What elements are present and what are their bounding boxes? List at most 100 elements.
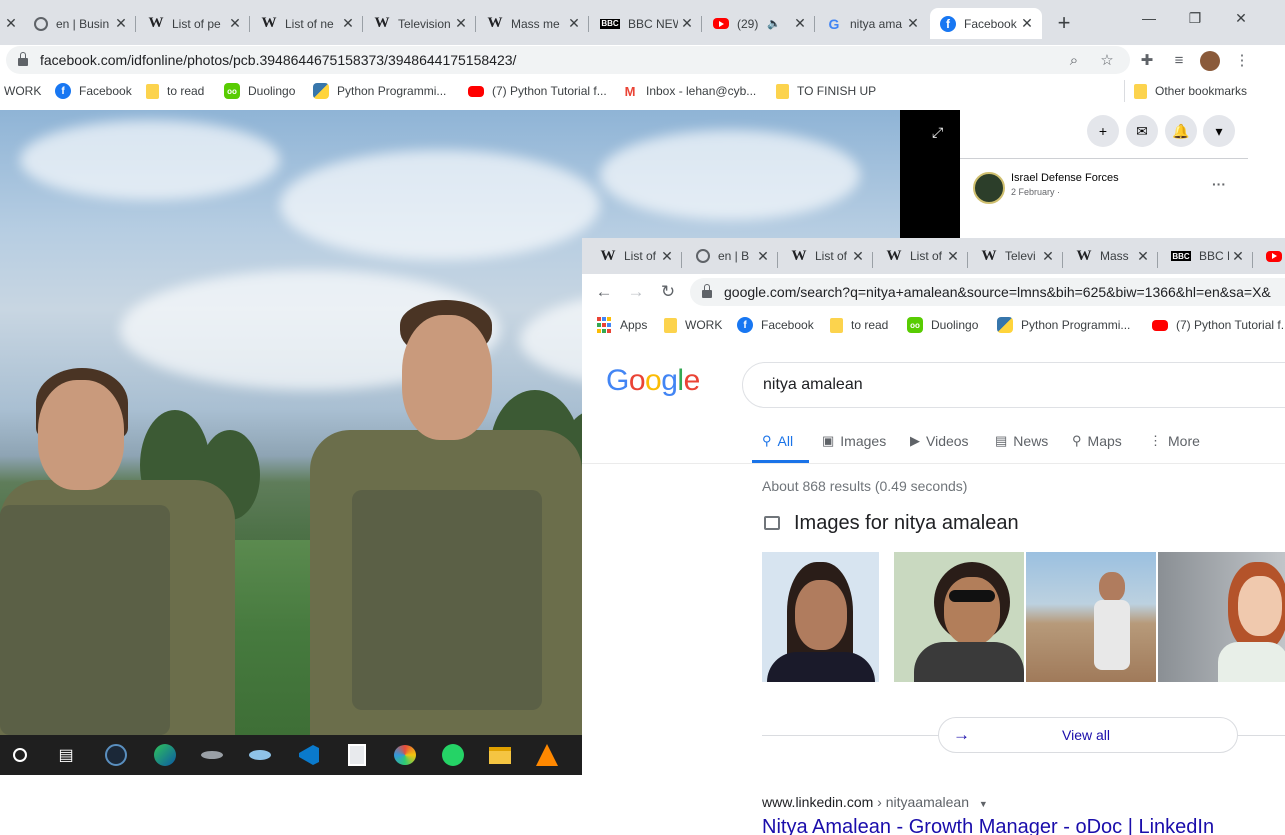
- tab[interactable]: W Mass me ✕: [477, 8, 589, 39]
- close-icon[interactable]: ✕: [944, 248, 962, 265]
- vlc-icon[interactable]: [535, 743, 559, 767]
- new-tab-button[interactable]: +: [1052, 12, 1076, 36]
- tab-images[interactable]: ▣ Images: [822, 433, 886, 449]
- back-icon[interactable]: ←: [594, 282, 614, 302]
- tab[interactable]: [1256, 244, 1285, 268]
- tab-more[interactable]: ⋮ More: [1149, 433, 1200, 449]
- close-icon[interactable]: ✕: [112, 15, 130, 32]
- bookmark-python[interactable]: Python Programmi...: [313, 82, 446, 100]
- fullscreen-icon[interactable]: ⤢: [932, 124, 943, 141]
- bookmark-inbox[interactable]: M Inbox - lehan@cyb...: [622, 82, 757, 100]
- tab-videos[interactable]: ▶ Videos: [910, 433, 969, 449]
- more-options-icon[interactable]: ···: [1212, 176, 1226, 192]
- close-icon[interactable]: ✕: [1229, 248, 1247, 265]
- menu-icon[interactable]: ⋮: [1232, 51, 1252, 71]
- tab[interactable]: W List of ✕: [590, 244, 682, 268]
- close-icon[interactable]: ✕: [791, 15, 809, 32]
- address-bar[interactable]: facebook.com/idfonline/photos/pcb.394864…: [6, 46, 1130, 74]
- address-bar[interactable]: google.com/search?q=nitya+amalean&source…: [690, 278, 1285, 306]
- tab[interactable]: en | B ✕: [686, 244, 778, 268]
- bookmark-to-read[interactable]: to read: [830, 316, 888, 334]
- bookmark-to-finish-up[interactable]: TO FINISH UP: [776, 82, 876, 100]
- app-icon[interactable]: [200, 743, 224, 767]
- bookmark-facebook[interactable]: f Facebook: [737, 316, 814, 334]
- result-title-link[interactable]: Nitya Amalean - Growth Manager - oDoc | …: [762, 816, 1214, 835]
- post-date[interactable]: 2 February ·: [1011, 187, 1060, 197]
- edge-icon[interactable]: [153, 743, 177, 767]
- close-icon[interactable]: ✕: [452, 15, 470, 32]
- tab[interactable]: ✕: [0, 8, 22, 39]
- bookmark-work[interactable]: WORK: [664, 316, 722, 334]
- close-icon[interactable]: ✕: [339, 15, 357, 32]
- tab[interactable]: W List of ✕: [781, 244, 873, 268]
- reload-icon[interactable]: ↻: [658, 282, 678, 302]
- google-logo[interactable]: Google: [606, 364, 700, 398]
- bookmark-python-tutorial[interactable]: (7) Python Tutorial f...: [1152, 316, 1285, 334]
- media-control-icon[interactable]: ≡: [1169, 51, 1189, 71]
- bookmark-apps[interactable]: Apps: [596, 316, 647, 334]
- tab[interactable]: en | Busin ✕: [24, 8, 136, 39]
- bookmark-to-read[interactable]: to read: [146, 82, 204, 100]
- tab[interactable]: W List of ✕: [876, 244, 968, 268]
- whatsapp-icon[interactable]: [441, 743, 465, 767]
- close-icon[interactable]: ✕: [678, 15, 696, 32]
- file-explorer-icon[interactable]: [488, 743, 512, 767]
- close-icon[interactable]: ✕: [2, 15, 20, 32]
- tab-all[interactable]: ⚲ All: [762, 433, 793, 449]
- close-icon[interactable]: ✕: [658, 248, 676, 265]
- tab[interactable]: W List of pe ✕: [138, 8, 250, 39]
- tab-news[interactable]: ▤ News: [995, 433, 1048, 449]
- vscode-icon[interactable]: [297, 743, 321, 767]
- bookmark-duolingo[interactable]: oo Duolingo: [907, 316, 978, 334]
- close-icon[interactable]: ✕: [1134, 248, 1152, 265]
- star-icon[interactable]: ☆: [1097, 51, 1117, 71]
- minimize-button[interactable]: —: [1126, 10, 1172, 34]
- tab[interactable]: BBC BBC NEW ✕: [590, 8, 702, 39]
- zoom-icon[interactable]: ⌕: [1064, 51, 1084, 71]
- idf-avatar[interactable]: [973, 172, 1005, 204]
- eye-app-icon[interactable]: [248, 743, 272, 767]
- images-section-title[interactable]: Images for nitya amalean: [794, 512, 1019, 535]
- extensions-icon[interactable]: ✚: [1137, 51, 1157, 71]
- image-result-thumbnail[interactable]: [762, 552, 879, 682]
- forward-icon[interactable]: →: [626, 282, 646, 302]
- tab[interactable]: W Television ✕: [364, 8, 476, 39]
- bookmark-python[interactable]: Python Programmi...: [997, 316, 1130, 334]
- tab[interactable]: G nitya ama ✕: [816, 8, 928, 39]
- task-view-icon[interactable]: ▤: [54, 743, 78, 767]
- notifications-icon[interactable]: 🔔: [1165, 115, 1197, 147]
- cortana-icon[interactable]: [8, 743, 32, 767]
- result-url[interactable]: www.linkedin.com › nityaamalean ▼: [762, 794, 988, 810]
- bookmark-duolingo[interactable]: oo Duolingo: [224, 82, 295, 100]
- calculator-icon[interactable]: [345, 743, 369, 767]
- messenger-icon[interactable]: ✉: [1126, 115, 1158, 147]
- create-button[interactable]: +: [1087, 115, 1119, 147]
- tab[interactable]: BBC BBC N ✕: [1161, 244, 1253, 268]
- account-menu-icon[interactable]: ▾: [1203, 115, 1235, 147]
- close-icon[interactable]: ✕: [754, 248, 772, 265]
- bookmark-python-tutorial[interactable]: (7) Python Tutorial f...: [468, 82, 607, 100]
- tab[interactable]: W Mass ✕: [1066, 244, 1158, 268]
- dropdown-icon[interactable]: ▼: [979, 799, 988, 809]
- tab-maps[interactable]: ⚲ Maps: [1072, 433, 1122, 449]
- close-icon[interactable]: ✕: [904, 15, 922, 32]
- maximize-button[interactable]: ❐: [1172, 10, 1218, 34]
- bookmark-work[interactable]: WORK: [4, 82, 41, 100]
- bookmark-facebook[interactable]: f Facebook: [55, 82, 132, 100]
- tab-active[interactable]: f Facebook ✕: [930, 8, 1042, 39]
- search-input[interactable]: nitya amalean: [742, 362, 1285, 408]
- tab[interactable]: W Televi ✕: [971, 244, 1063, 268]
- close-icon[interactable]: ✕: [1018, 15, 1036, 32]
- profile-avatar[interactable]: [1200, 51, 1220, 71]
- close-icon[interactable]: ✕: [226, 15, 244, 32]
- steam-icon[interactable]: [104, 743, 128, 767]
- view-all-button[interactable]: → View all: [938, 717, 1238, 753]
- image-result-thumbnail[interactable]: [1158, 552, 1285, 682]
- image-result-thumbnail[interactable]: [1026, 552, 1156, 682]
- tab[interactable]: W List of ne ✕: [251, 8, 363, 39]
- close-icon[interactable]: ✕: [849, 248, 867, 265]
- paint-icon[interactable]: [393, 743, 417, 767]
- bookmark-other[interactable]: Other bookmarks: [1134, 82, 1247, 100]
- close-window-button[interactable]: ✕: [1218, 10, 1264, 34]
- close-icon[interactable]: ✕: [565, 15, 583, 32]
